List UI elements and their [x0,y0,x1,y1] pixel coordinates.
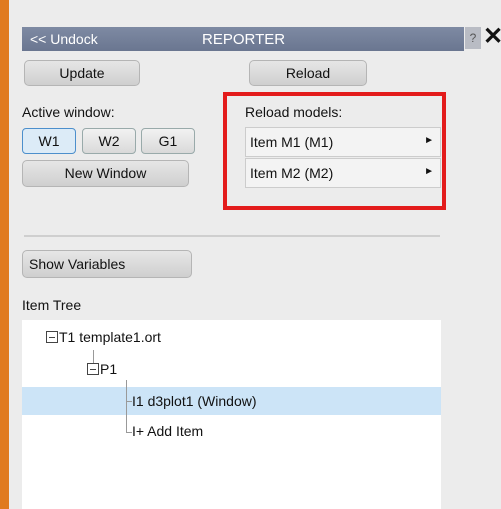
tree-node-page[interactable]: P1 [100,357,117,385]
item-tree-label: Item Tree [22,297,82,313]
help-icon[interactable]: ? [465,27,481,49]
tree-node-label: T1 template1.ort [59,329,161,345]
title-bar: << Undock REPORTER [22,27,464,51]
submenu-arrow-icon: ► [424,135,434,146]
close-icon[interactable]: ✕ [483,22,501,51]
tree-connector [93,350,94,363]
tree-node-label: I+ Add Item [132,423,204,439]
orange-edge-accent [0,0,9,509]
tree-node-add-item[interactable]: I+ Add Item [132,419,203,447]
show-variables-button[interactable]: Show Variables [22,250,192,278]
collapse-icon[interactable] [87,363,99,375]
model-item-label: Item M2 (M2) [250,165,334,181]
new-window-button[interactable]: New Window [22,160,189,187]
tree-node-label: I1 d3plot1 (Window) [132,393,257,409]
reload-model-item-m1[interactable]: Item M1 (M1) ► [245,127,441,157]
tree-connector [126,380,127,432]
active-window-label: Active window: [22,104,115,120]
tree-node-label: P1 [100,361,118,377]
tree-node-item[interactable]: I1 d3plot1 (Window) [132,389,257,417]
window-button-w2[interactable]: W2 [82,128,136,154]
reload-button[interactable]: Reload [249,60,367,86]
undock-button[interactable]: << Undock [30,31,98,47]
section-divider [24,235,440,237]
update-button[interactable]: Update [24,60,140,86]
window-button-w1[interactable]: W1 [22,128,76,154]
collapse-icon[interactable] [46,331,58,343]
tree-node-template[interactable]: T1 template1.ort [59,325,161,353]
reload-models-label: Reload models: [245,104,343,120]
window-button-g1[interactable]: G1 [141,128,195,154]
submenu-arrow-icon: ► [424,166,434,177]
reload-model-item-m2[interactable]: Item M2 (M2) ► [245,158,441,188]
window-title: REPORTER [202,31,286,48]
model-item-label: Item M1 (M1) [250,134,334,150]
